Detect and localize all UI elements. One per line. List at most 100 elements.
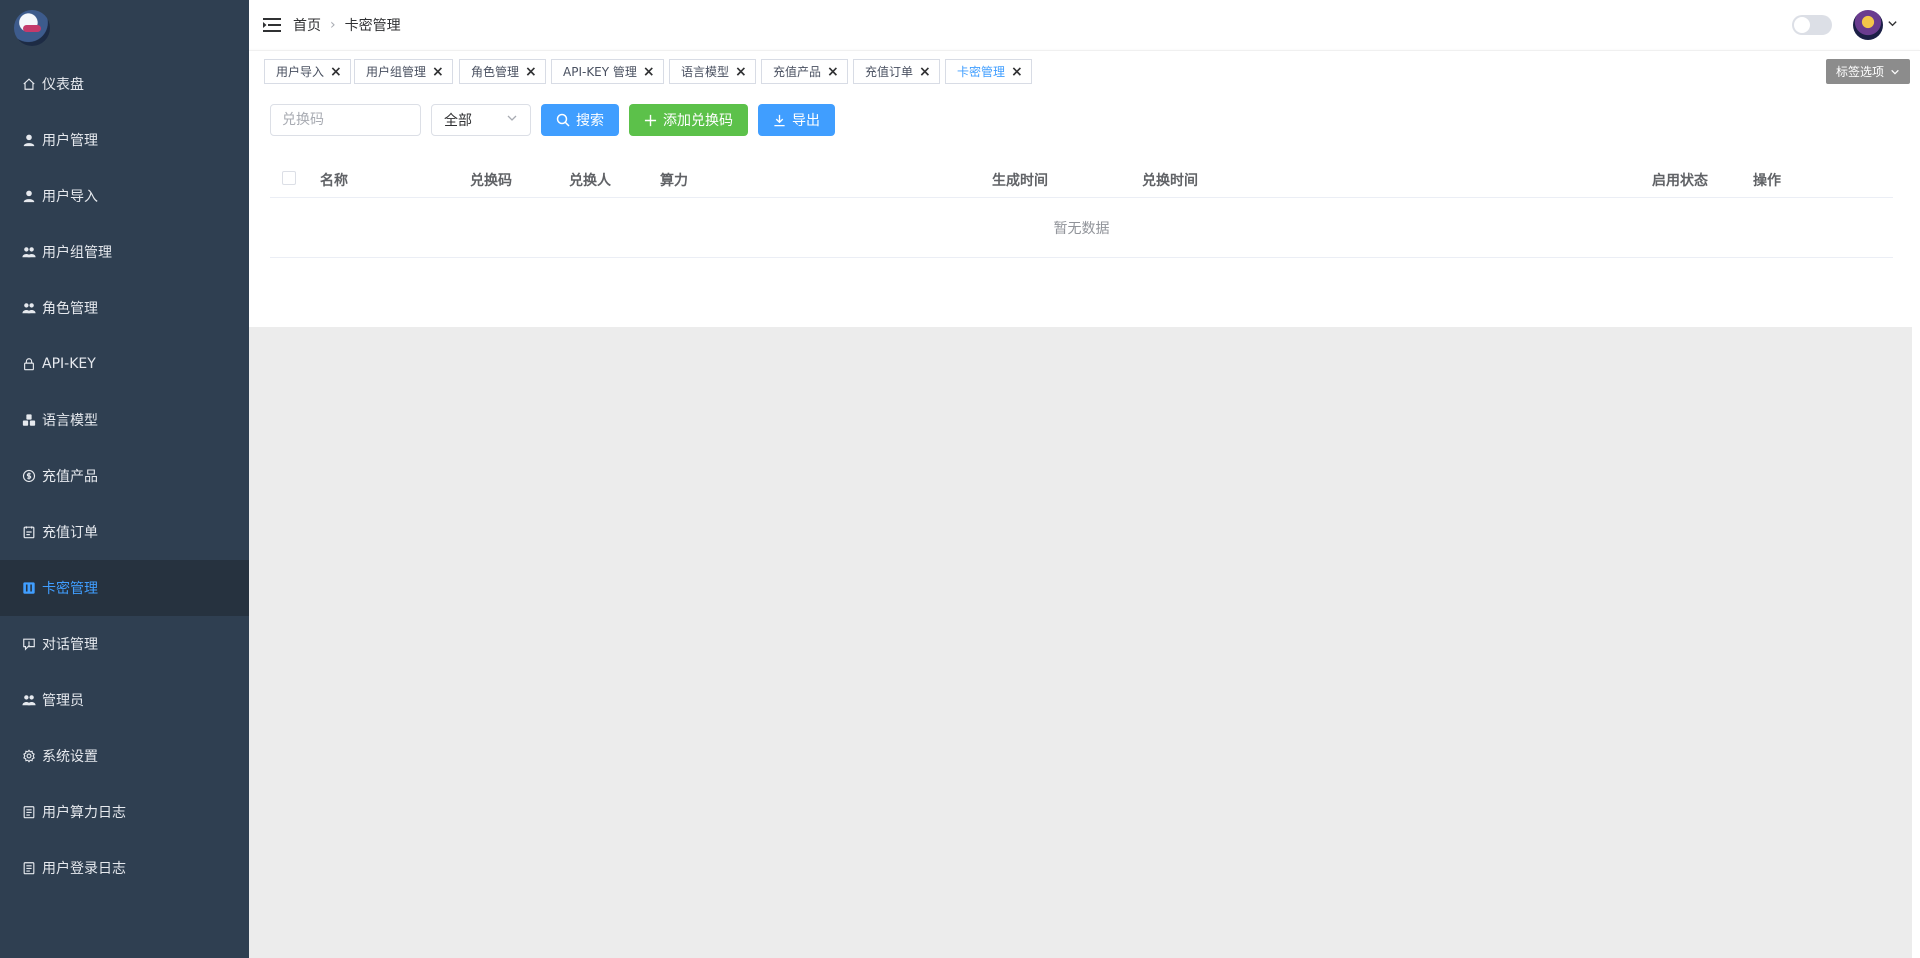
column-header-status: 启用状态	[1652, 173, 1708, 189]
scrollbar[interactable]	[1912, 90, 1920, 958]
top-header: 首页 › 卡密管理	[249, 0, 1920, 50]
avatar	[1853, 10, 1883, 40]
tag-options-label: 标签选项	[1835, 65, 1884, 79]
tag-card-keys[interactable]: 卡密管理 ×	[945, 59, 1032, 84]
sidebar-item-label: 用户管理	[42, 133, 98, 149]
sidebar-item-card-keys[interactable]: 卡密管理	[0, 560, 249, 616]
tag-api-key[interactable]: API-KEY 管理 ×	[551, 59, 664, 84]
select-all-checkbox[interactable]	[282, 171, 296, 185]
tag-label: 卡密管理	[957, 65, 1006, 79]
search-button[interactable]: 搜索	[541, 104, 619, 136]
tag-options-button[interactable]: 标签选项	[1825, 59, 1910, 84]
home-icon	[21, 77, 36, 92]
close-icon[interactable]: ×	[1011, 64, 1023, 80]
close-icon[interactable]: ×	[432, 64, 444, 80]
tag-label: 用户导入	[276, 65, 325, 79]
tag-user-import[interactable]: 用户导入 ×	[264, 59, 351, 84]
gear-icon	[21, 749, 36, 764]
column-header-code: 兑换码	[470, 173, 512, 189]
table-header: 名称 兑换码 兑换人 算力 生成时间 兑换时间 启用状态 操作	[270, 158, 1893, 198]
close-icon[interactable]: ×	[827, 64, 839, 80]
sidebar-item-label: 对话管理	[42, 637, 98, 653]
export-button-label: 导出	[792, 113, 820, 129]
tag-user-groups[interactable]: 用户组管理 ×	[354, 59, 453, 84]
menu-fold-icon[interactable]	[263, 18, 281, 32]
card-icon	[21, 581, 36, 596]
sidebar-item-users[interactable]: 用户管理	[0, 112, 249, 168]
sidebar-item-admins[interactable]: 管理员	[0, 672, 249, 728]
toolbar: 全部 搜索 添加兑换码 导出	[270, 104, 835, 136]
sidebar-menu: 仪表盘 用户管理 用户导入 用户组管理 角色管理 API-KEY 语言模型 充值…	[0, 56, 249, 896]
sidebar-item-recharge-products[interactable]: 充值产品	[0, 448, 249, 504]
search-icon	[556, 113, 570, 127]
column-header-actions: 操作	[1753, 173, 1781, 189]
export-button[interactable]: 导出	[758, 104, 835, 136]
sidebar-item-dashboard[interactable]: 仪表盘	[0, 56, 249, 112]
sidebar-item-label: 角色管理	[42, 301, 98, 317]
status-select[interactable]: 全部	[431, 104, 531, 136]
log-icon	[21, 805, 36, 820]
close-icon[interactable]: ×	[735, 64, 747, 80]
chevron-down-icon	[506, 112, 518, 128]
column-header-name: 名称	[320, 173, 348, 189]
breadcrumb-current: 卡密管理	[344, 18, 401, 34]
sidebar-item-power-log[interactable]: 用户算力日志	[0, 784, 249, 840]
users-icon	[21, 693, 36, 708]
close-icon[interactable]: ×	[330, 64, 342, 80]
order-icon	[21, 525, 36, 540]
sidebar-item-label: 用户算力日志	[42, 805, 126, 821]
sidebar-item-label: API-KEY	[42, 356, 96, 372]
user-icon	[21, 133, 36, 148]
redeem-code-table: 名称 兑换码 兑换人 算力 生成时间 兑换时间 启用状态 操作 暂无数据	[270, 158, 1893, 258]
main-content: 全部 搜索 添加兑换码 导出 名称 兑换码 兑换人 算力 生成时间 兑换时间 启…	[249, 90, 1912, 327]
tag-label: 语言模型	[681, 65, 730, 79]
sidebar-item-models[interactable]: 语言模型	[0, 392, 249, 448]
user-menu[interactable]	[1853, 10, 1898, 40]
tag-recharge-orders[interactable]: 充值订单 ×	[853, 59, 940, 84]
toggle-knob	[1794, 17, 1810, 33]
log-icon	[21, 861, 36, 876]
sidebar-item-settings[interactable]: 系统设置	[0, 728, 249, 784]
sidebar-item-label: 用户导入	[42, 189, 98, 205]
sidebar-item-api-key[interactable]: API-KEY	[0, 336, 249, 392]
breadcrumb-home[interactable]: 首页	[293, 15, 321, 35]
sidebar-item-label: 卡密管理	[42, 581, 98, 597]
column-header-redeemer: 兑换人	[569, 173, 611, 189]
search-button-label: 搜索	[576, 113, 604, 129]
users-icon	[21, 301, 36, 316]
sidebar-item-user-groups[interactable]: 用户组管理	[0, 224, 249, 280]
tag-roles[interactable]: 角色管理 ×	[459, 59, 546, 84]
sidebar-item-conversations[interactable]: 对话管理	[0, 616, 249, 672]
tags-bar: 用户导入 × 用户组管理 × 角色管理 × API-KEY 管理 × 语言模型 × 充值产…	[249, 50, 1920, 90]
chevron-right-icon: ›	[330, 17, 336, 33]
sidebar-item-label: 管理员	[42, 693, 84, 709]
chat-icon	[21, 637, 36, 652]
tag-models[interactable]: 语言模型 ×	[669, 59, 756, 84]
sidebar-item-user-import[interactable]: 用户导入	[0, 168, 249, 224]
lock-icon	[21, 357, 36, 372]
chevron-down-icon	[1887, 17, 1898, 33]
user-icon	[21, 189, 36, 204]
close-icon[interactable]: ×	[525, 64, 537, 80]
add-redeem-code-button[interactable]: 添加兑换码	[629, 104, 748, 136]
sidebar-item-label: 仪表盘	[42, 77, 84, 93]
close-icon[interactable]: ×	[643, 64, 655, 80]
sidebar-item-recharge-orders[interactable]: 充值订单	[0, 504, 249, 560]
sidebar-item-label: 用户组管理	[42, 245, 112, 261]
sidebar-item-login-log[interactable]: 用户登录日志	[0, 840, 249, 896]
tag-recharge-products[interactable]: 充值产品 ×	[761, 59, 848, 84]
tag-label: API-KEY 管理	[563, 65, 637, 79]
tag-label: 充值订单	[865, 65, 914, 79]
theme-toggle[interactable]	[1792, 15, 1832, 35]
sidebar-item-label: 充值订单	[42, 525, 98, 541]
redeem-code-search-input[interactable]	[270, 104, 421, 136]
breadcrumb: 首页 › 卡密管理	[293, 15, 401, 35]
logo[interactable]	[0, 0, 249, 56]
tag-label: 角色管理	[471, 65, 520, 79]
plus-icon	[644, 114, 657, 127]
column-header-created-time: 生成时间	[992, 173, 1048, 189]
users-icon	[21, 245, 36, 260]
close-icon[interactable]: ×	[919, 64, 931, 80]
sidebar-item-roles[interactable]: 角色管理	[0, 280, 249, 336]
empty-state: 暂无数据	[270, 198, 1893, 258]
